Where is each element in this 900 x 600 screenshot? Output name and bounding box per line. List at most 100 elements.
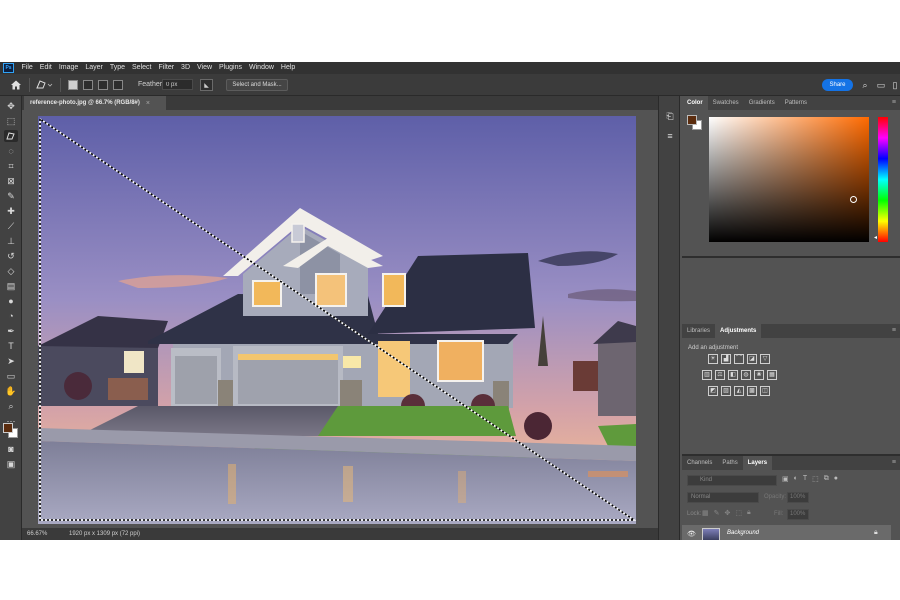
layer-lock-icon[interactable]: 🔒︎ — [874, 529, 878, 537]
visibility-eye-icon[interactable]: 👁︎ — [687, 530, 696, 538]
panel-menu-icon[interactable]: ≡ — [892, 99, 896, 106]
type-tool-icon[interactable]: T — [4, 340, 18, 352]
quick-mask-icon[interactable]: ◙ — [4, 443, 18, 455]
crop-tool-icon[interactable]: ⌗ — [4, 160, 18, 172]
subtract-from-selection-button[interactable] — [98, 80, 108, 90]
color-lookup-icon[interactable]: ▦ — [767, 370, 777, 380]
anti-alias-icon[interactable]: ◣ — [200, 79, 213, 91]
foreground-color-swatch[interactable] — [3, 423, 13, 433]
lock-transparent-icon[interactable]: ▦ — [702, 509, 709, 517]
gradient-tool-icon[interactable]: ▤ — [4, 280, 18, 292]
zoom-tool-icon[interactable]: ⌕ — [4, 400, 18, 412]
tab-patterns[interactable]: Patterns — [780, 96, 812, 110]
workspace-icon[interactable]: ▭ — [876, 80, 886, 90]
fill-input[interactable]: 100% — [787, 509, 809, 520]
menu-filter[interactable]: Filter — [155, 62, 178, 74]
vibrance-icon[interactable]: ▽ — [760, 354, 770, 364]
select-and-mask-button[interactable]: Select and Mask... — [226, 79, 288, 91]
channel-mixer-icon[interactable]: ❀ — [754, 370, 764, 380]
search-icon[interactable]: ⌕ — [860, 80, 870, 90]
filter-toggle-icon[interactable]: ● — [834, 475, 838, 483]
color-picker-field[interactable] — [709, 117, 869, 242]
gradient-map-icon[interactable]: ▩ — [747, 386, 757, 396]
menu-plugins[interactable]: Plugins — [216, 62, 246, 74]
color-balance-icon[interactable]: ⚖ — [715, 370, 725, 380]
curves-icon[interactable]: ⌒ — [734, 354, 744, 364]
move-tool-icon[interactable]: ✥ — [4, 100, 18, 112]
add-to-selection-button[interactable] — [83, 80, 93, 90]
color-swatches[interactable] — [3, 423, 19, 439]
blend-mode-select[interactable]: Normal — [687, 492, 759, 503]
menu-type[interactable]: Type — [106, 62, 128, 74]
clone-stamp-tool-icon[interactable]: ⊥ — [4, 235, 18, 247]
lasso-tool-icon[interactable] — [4, 130, 18, 142]
photo-filter-icon[interactable]: ◍ — [741, 370, 751, 380]
menu-image[interactable]: Image — [55, 62, 81, 74]
brightness-contrast-icon[interactable]: ☀ — [708, 354, 718, 364]
properties-panel-icon[interactable]: ≡ — [664, 130, 676, 142]
history-panel-icon[interactable]: ⎗ — [664, 110, 676, 122]
dodge-tool-icon[interactable]: ◔ — [4, 310, 18, 322]
opacity-input[interactable]: 100% — [787, 492, 809, 503]
path-selection-tool-icon[interactable]: ➤ — [4, 355, 18, 367]
exposure-icon[interactable]: ◪ — [747, 354, 757, 364]
threshold-icon[interactable]: ◭ — [734, 386, 744, 396]
menu-3d[interactable]: 3D — [178, 62, 194, 74]
menu-edit[interactable]: Edit — [36, 62, 55, 74]
canvas-area[interactable] — [22, 110, 652, 528]
new-selection-button[interactable] — [68, 80, 78, 90]
shape-filter-icon[interactable]: ⬚ — [812, 475, 819, 483]
panel-menu-icon[interactable]: ≡ — [892, 459, 896, 466]
rectangle-tool-icon[interactable]: ▭ — [4, 370, 18, 382]
quick-selection-tool-icon[interactable]: ◌ — [4, 145, 18, 157]
tab-libraries[interactable]: Libraries — [682, 324, 715, 338]
hue-slider[interactable] — [878, 117, 888, 242]
menu-view[interactable]: View — [194, 62, 216, 74]
type-filter-icon[interactable]: T — [803, 475, 807, 483]
menu-window[interactable]: Window — [246, 62, 278, 74]
layer-row[interactable]: 👁︎ Background 🔒︎ — [682, 525, 891, 540]
house-photo[interactable] — [38, 116, 636, 524]
menu-help[interactable]: Help — [277, 62, 298, 74]
menu-layer[interactable]: Layer — [82, 62, 107, 74]
arrange-icon[interactable]: ▯ — [890, 80, 900, 90]
lock-artboard-icon[interactable]: ⬚ — [735, 509, 742, 517]
layer-filter-input[interactable]: Kind — [687, 475, 777, 486]
selective-color-icon[interactable]: ◫ — [760, 386, 770, 396]
tab-layers[interactable]: Layers — [742, 456, 773, 470]
tab-swatches[interactable]: Swatches — [708, 96, 744, 110]
screen-mode-icon[interactable]: ▣ — [4, 458, 18, 470]
panel-menu-icon[interactable]: ≡ — [892, 327, 896, 334]
tab-paths[interactable]: Paths — [717, 456, 742, 470]
hand-tool-icon[interactable]: ✋ — [4, 385, 18, 397]
intersect-selection-button[interactable] — [113, 80, 123, 90]
black-white-icon[interactable]: ◧ — [728, 370, 738, 380]
tab-gradients[interactable]: Gradients — [744, 96, 780, 110]
blur-tool-icon[interactable]: ● — [4, 295, 18, 307]
frame-tool-icon[interactable]: ⊠ — [4, 175, 18, 187]
hue-saturation-icon[interactable]: ▥ — [702, 370, 712, 380]
adjustment-filter-icon[interactable]: ◐ — [794, 475, 798, 483]
document-tab[interactable]: reference-photo.jpg @ 66.7% (RGB/8#) × — [24, 96, 166, 110]
color-picker-ring[interactable] — [850, 196, 857, 203]
smart-object-filter-icon[interactable]: ⧉ — [824, 475, 829, 483]
healing-tool-icon[interactable]: ✚ — [4, 205, 18, 217]
layer-name[interactable]: Background — [727, 530, 759, 536]
lock-all-icon[interactable]: 🔒︎ — [747, 509, 751, 517]
pen-tool-icon[interactable]: ✒ — [4, 325, 18, 337]
document-info[interactable]: 1920 px x 1309 px (72 ppi) — [69, 531, 140, 537]
pixel-filter-icon[interactable]: ▣ — [782, 475, 789, 483]
feather-input[interactable] — [162, 79, 193, 90]
eraser-tool-icon[interactable]: ◇ — [4, 265, 18, 277]
menu-file[interactable]: File — [18, 62, 36, 74]
share-button[interactable]: Share — [822, 79, 853, 91]
brush-tool-icon[interactable]: ⟋ — [4, 220, 18, 232]
menu-select[interactable]: Select — [129, 62, 155, 74]
close-icon[interactable]: × — [146, 100, 150, 107]
polygonal-lasso-preset-icon[interactable] — [34, 78, 54, 92]
invert-icon[interactable]: ◩ — [708, 386, 718, 396]
history-brush-tool-icon[interactable]: ↺ — [4, 250, 18, 262]
marquee-tool-icon[interactable]: ⬚ — [4, 115, 18, 127]
posterize-icon[interactable]: ▨ — [721, 386, 731, 396]
eyedropper-tool-icon[interactable]: ✎ — [4, 190, 18, 202]
